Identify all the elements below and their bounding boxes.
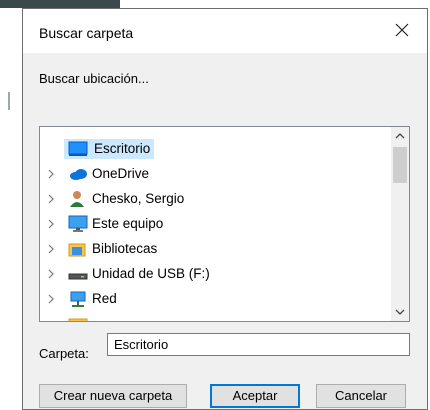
tree-item-label: OneDrive — [92, 166, 150, 181]
network-icon — [68, 290, 86, 308]
folder-icon — [68, 315, 88, 321]
tree-item-label: Bibliotecas — [92, 241, 158, 256]
tree-item-user[interactable]: Chesko, Sergio — [40, 187, 390, 211]
dialog-title: Buscar carpeta — [39, 25, 134, 41]
background-mark — [8, 92, 10, 110]
chevron-right-icon[interactable] — [46, 168, 56, 180]
tree-item-label: Este equipo — [92, 216, 164, 231]
tree-item-libraries[interactable]: Bibliotecas — [40, 237, 390, 261]
new-folder-button[interactable]: Crear nueva carpeta — [39, 384, 187, 408]
chevron-right-icon[interactable] — [46, 193, 56, 205]
tree-scrollbar[interactable] — [391, 127, 409, 321]
tree-item-partial[interactable] — [40, 312, 390, 321]
cancel-button[interactable]: Cancelar — [316, 384, 406, 408]
accept-button[interactable]: Aceptar — [210, 384, 300, 408]
chevron-right-icon[interactable] — [46, 268, 56, 280]
usb-drive-icon — [68, 265, 88, 283]
dialog-prompt: Buscar ubicación... — [39, 71, 149, 86]
cloud-icon — [68, 165, 87, 183]
tree-item-this-pc[interactable]: Este equipo — [40, 212, 390, 236]
desktop-icon — [68, 140, 88, 158]
tree-item-label: Chesko, Sergio — [92, 191, 185, 206]
scroll-down-icon[interactable] — [391, 303, 409, 321]
chevron-right-icon[interactable] — [46, 218, 56, 230]
background-edge — [0, 0, 120, 8]
tree-item-onedrive[interactable]: OneDrive — [40, 162, 390, 186]
scroll-up-icon[interactable] — [391, 127, 409, 145]
background-window — [0, 0, 22, 410]
tree-item-label: Red — [92, 291, 117, 306]
computer-icon — [68, 215, 88, 233]
chevron-right-icon[interactable] — [46, 243, 56, 255]
tree-item-label: Unidad de USB (F:) — [92, 266, 210, 281]
browse-folder-dialog: Buscar carpeta Buscar ubicación... Escri… — [22, 8, 428, 410]
scrollbar-thumb[interactable] — [393, 147, 407, 183]
folder-field-label: Carpeta: — [39, 346, 89, 361]
close-icon[interactable] — [391, 19, 413, 41]
folder-tree[interactable]: Escritorio OneDrive Chesko, Sergio Este … — [39, 126, 410, 322]
libraries-icon — [68, 240, 86, 258]
chevron-right-icon[interactable] — [46, 293, 56, 305]
title-bar: Buscar carpeta — [23, 9, 427, 53]
tree-item-escritorio[interactable]: Escritorio — [40, 137, 390, 161]
user-icon — [68, 190, 86, 208]
tree-item-network[interactable]: Red — [40, 287, 390, 311]
folder-input[interactable] — [107, 333, 410, 356]
tree-item-usb-drive[interactable]: Unidad de USB (F:) — [40, 262, 390, 286]
